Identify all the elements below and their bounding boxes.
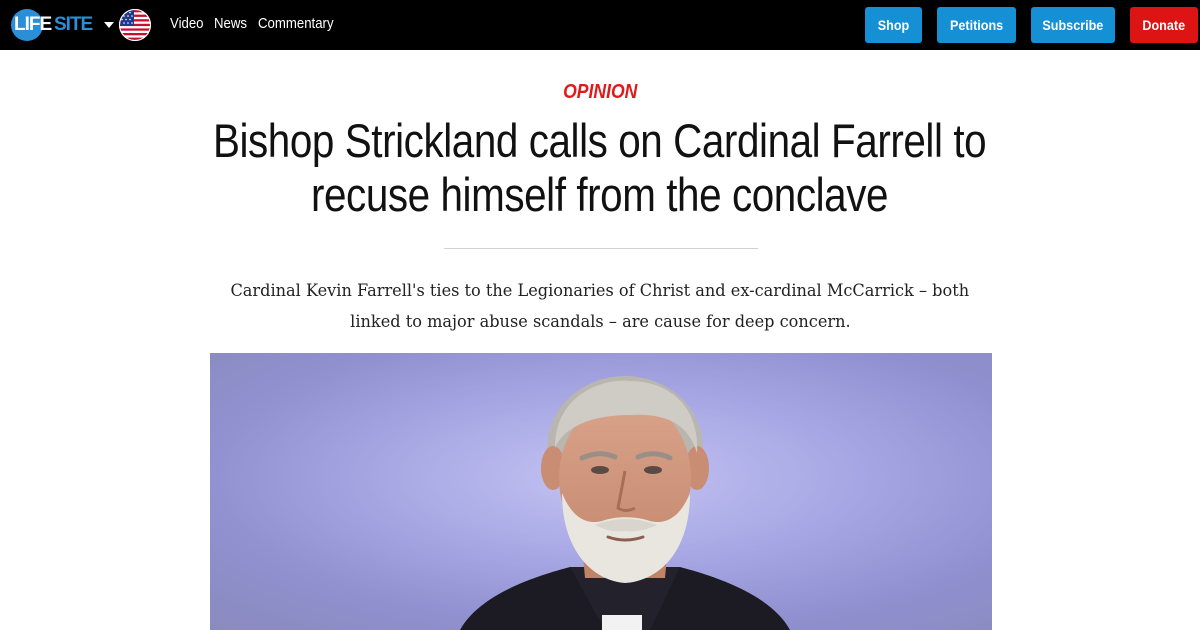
nav-link-news[interactable]: News [214, 14, 247, 34]
headline-line-1: Bishop Strickland calls on Cardinal Farr… [213, 114, 987, 167]
petitions-button-label: Petitions [949, 17, 1004, 33]
lifesite-logo[interactable]: LIFE SITE [11, 9, 93, 41]
article-headline: Bishop Strickland calls on Cardinal Farr… [150, 114, 1050, 222]
region-selector[interactable] [104, 9, 152, 41]
subscribe-button-label: Subscribe [1042, 17, 1104, 33]
article-category[interactable]: OPINION [0, 80, 1200, 104]
logo-text-site: SITE [54, 14, 93, 35]
summary-line-1: Cardinal Kevin Farrell's ties to the Leg… [230, 281, 970, 301]
nav-link-video[interactable]: Video [170, 14, 204, 34]
logo-text-life: LIFE [14, 14, 52, 35]
nav-link-commentary[interactable]: Commentary [258, 14, 334, 34]
article-category-label: OPINION [562, 81, 638, 103]
donate-button[interactable]: Donate [1130, 7, 1198, 43]
shop-button-label: Shop [877, 17, 910, 33]
summary-line-2: linked to major abuse scandals – are cau… [349, 312, 851, 332]
shop-button[interactable]: Shop [865, 7, 922, 43]
top-navigation-bar: LIFE SITE Video News Commentary Shop Pet… [0, 0, 1200, 50]
headline-divider [444, 248, 758, 249]
subscribe-button[interactable]: Subscribe [1031, 7, 1115, 43]
chevron-down-icon [104, 22, 114, 28]
portrait-illustration [210, 353, 992, 630]
headline-line-2: recuse himself from the conclave [311, 168, 889, 221]
petitions-button[interactable]: Petitions [937, 7, 1016, 43]
article-hero-image [210, 353, 992, 630]
us-flag-icon [119, 9, 151, 41]
donate-button-label: Donate [1142, 17, 1186, 33]
article-summary: Cardinal Kevin Farrell's ties to the Leg… [180, 276, 1020, 338]
